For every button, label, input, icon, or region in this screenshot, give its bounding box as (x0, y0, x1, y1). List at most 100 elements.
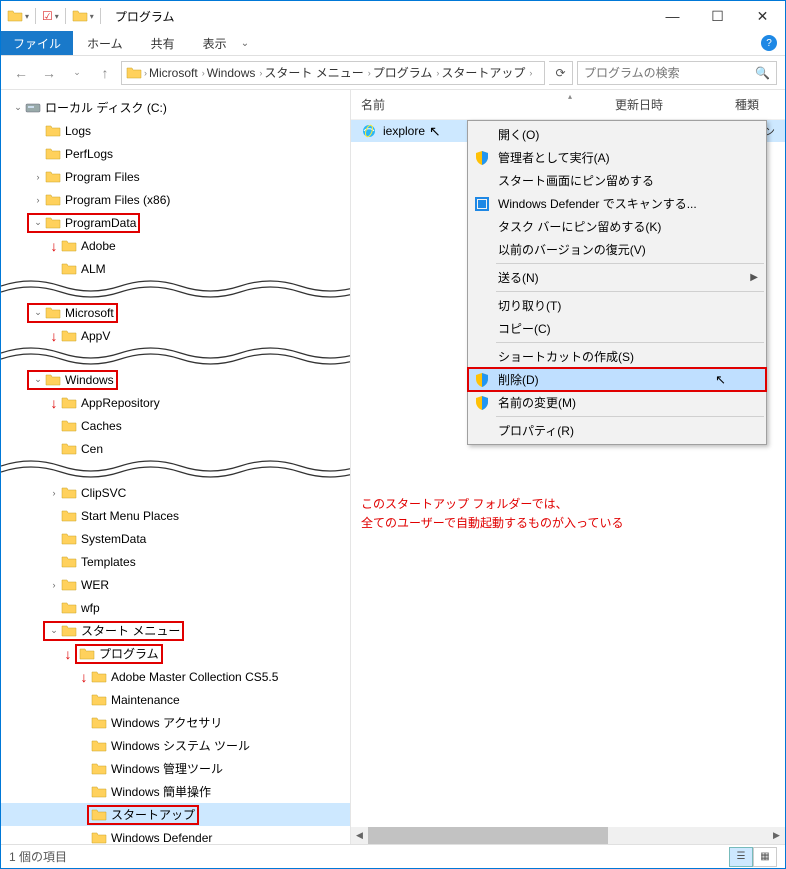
tree-item[interactable]: ↓Adobe (1, 234, 350, 257)
tree-item[interactable]: Cen (1, 437, 350, 460)
chevron-down-icon[interactable]: ⌄ (31, 374, 45, 385)
back-button[interactable]: ← (9, 61, 33, 85)
folder-icon (91, 761, 107, 777)
tree-item[interactable]: wfp (1, 596, 350, 619)
chevron-right-icon[interactable]: › (47, 580, 61, 590)
history-dropdown[interactable]: ⌄ (65, 61, 89, 85)
qat-dropdown3-icon[interactable]: ▾ (90, 12, 94, 21)
tree-item[interactable]: ↓AppRepository (1, 391, 350, 414)
ctx-properties[interactable]: プロパティ(R) (468, 419, 766, 442)
tree-item[interactable]: Templates (1, 550, 350, 573)
tree-programs[interactable]: ↓プログラム (1, 642, 350, 665)
address-bar[interactable]: › Microsoft› Windows› スタート メニュー› プログラム› … (121, 61, 545, 85)
ctx-send-to[interactable]: 送る(N)▶ (468, 266, 766, 289)
column-name[interactable]: 名前 (351, 96, 605, 113)
home-tab[interactable]: ホーム (73, 31, 137, 56)
ribbon-expand-icon[interactable]: ⌄ (241, 38, 249, 49)
tree-item[interactable]: PerfLogs (1, 142, 350, 165)
ctx-open[interactable]: 開く(O) (468, 123, 766, 146)
chevron-right-icon[interactable]: › (31, 195, 45, 205)
qat-newfolder-icon[interactable] (72, 8, 88, 24)
tree-item[interactable]: Windows 簡単操作 (1, 780, 350, 803)
ctx-run-admin[interactable]: 管理者として実行(A) (468, 146, 766, 169)
tree-item[interactable]: Caches (1, 414, 350, 437)
help-icon[interactable]: ? (761, 35, 777, 51)
search-box[interactable]: 🔍 (577, 61, 777, 85)
tree-item[interactable]: Windows システム ツール (1, 734, 350, 757)
column-headers[interactable]: ▴ 名前 更新日時 種類 (351, 90, 785, 120)
tree-item[interactable]: › ClipSVC (1, 481, 350, 504)
breadcrumb-3[interactable]: スタート メニュー (264, 64, 363, 81)
tree-item[interactable]: ›WER (1, 573, 350, 596)
icons-view-button[interactable]: ▦ (753, 847, 777, 867)
scroll-track[interactable] (368, 827, 768, 844)
ctx-copy[interactable]: コピー(C) (468, 317, 766, 340)
ctx-pin-start[interactable]: スタート画面にピン留めする (468, 169, 766, 192)
chevron-right-icon[interactable]: › (47, 488, 61, 498)
refresh-button[interactable]: ⟳ (549, 61, 573, 85)
chevron-down-icon[interactable]: ⌄ (47, 625, 61, 636)
tree-item[interactable]: ALM (1, 257, 350, 280)
qat-dropdown-icon[interactable]: ▾ (25, 12, 29, 21)
minimize-button[interactable]: — (650, 1, 695, 31)
breadcrumb-2[interactable]: Windows (207, 66, 256, 80)
ctx-delete[interactable]: 削除(D)↖ (468, 368, 766, 391)
navigation-tree[interactable]: ⌄ ローカル ディスク (C:) Logs PerfLogs ›Program … (1, 90, 351, 844)
chevron-right-icon[interactable]: › (31, 172, 45, 182)
ctx-defender[interactable]: Windows Defender でスキャンする... (468, 192, 766, 215)
shield-icon (474, 395, 490, 411)
ctx-previous-versions[interactable]: 以前のバージョンの復元(V) (468, 238, 766, 261)
chevron-down-icon[interactable]: ⌄ (31, 307, 45, 318)
tree-startup[interactable]: スタートアップ (1, 803, 350, 826)
tree-item[interactable]: Maintenance (1, 688, 350, 711)
ctx-pin-taskbar[interactable]: タスク バーにピン留めする(K) (468, 215, 766, 238)
tree-item[interactable]: ›Program Files (x86) (1, 188, 350, 211)
maximize-button[interactable]: ☐ (695, 1, 740, 31)
forward-button[interactable]: → (37, 61, 61, 85)
tree-item[interactable]: ›Program Files (1, 165, 350, 188)
tree-root[interactable]: ⌄ ローカル ディスク (C:) (1, 96, 350, 119)
tree-programdata[interactable]: ⌄ProgramData (1, 211, 350, 234)
tree-label: AppRepository (81, 396, 160, 410)
ctx-create-shortcut[interactable]: ショートカットの作成(S) (468, 345, 766, 368)
breadcrumb-5[interactable]: スタートアップ (441, 64, 525, 81)
tree-microsoft[interactable]: ⌄Microsoft (1, 301, 350, 324)
tree-item[interactable]: Start Menu Places (1, 504, 350, 527)
tree-label: ローカル ディスク (C:) (45, 99, 167, 116)
column-date[interactable]: 更新日時 (605, 96, 725, 113)
tree-startmenu[interactable]: ⌄スタート メニュー (1, 619, 350, 642)
chevron-down-icon[interactable]: ⌄ (31, 217, 45, 228)
tree-label: ClipSVC (81, 486, 126, 500)
search-input[interactable] (584, 66, 755, 80)
scroll-right-button[interactable]: ▶ (768, 827, 785, 844)
tree-windows[interactable]: ⌄Windows (1, 368, 350, 391)
breadcrumb-1[interactable]: Microsoft (149, 66, 198, 80)
chevron-down-icon[interactable]: ⌄ (11, 102, 25, 113)
scroll-left-button[interactable]: ◀ (351, 827, 368, 844)
qat-dropdown2-icon[interactable]: ▾ (55, 12, 59, 21)
close-button[interactable]: ✕ (740, 1, 785, 31)
search-icon[interactable]: 🔍 (755, 66, 770, 80)
tree-item[interactable]: Logs (1, 119, 350, 142)
qat-properties-icon[interactable]: ☑ (42, 9, 53, 23)
scroll-thumb[interactable] (368, 827, 608, 844)
tree-label: Start Menu Places (81, 509, 179, 523)
file-tab[interactable]: ファイル (1, 31, 73, 55)
up-button[interactable]: ↑ (93, 61, 117, 85)
red-arrow-icon: ↓ (47, 328, 61, 344)
tree-item[interactable]: Windows 管理ツール (1, 757, 350, 780)
ctx-rename[interactable]: 名前の変更(M) (468, 391, 766, 414)
tree-item[interactable]: ↓Adobe Master Collection CS5.5 (1, 665, 350, 688)
folder-icon (91, 669, 107, 685)
tree-item[interactable]: SystemData (1, 527, 350, 550)
view-tab[interactable]: 表示 (189, 31, 241, 56)
tree-item[interactable]: Windows アクセサリ (1, 711, 350, 734)
share-tab[interactable]: 共有 (137, 31, 189, 56)
tree-item[interactable]: ↓AppV (1, 324, 350, 347)
horizontal-scrollbar[interactable]: ◀ ▶ (351, 827, 785, 844)
details-view-button[interactable]: ☰ (729, 847, 753, 867)
ctx-cut[interactable]: 切り取り(T) (468, 294, 766, 317)
column-type[interactable]: 種類 (725, 96, 785, 113)
breadcrumb-4[interactable]: プログラム (373, 64, 433, 81)
tree-item[interactable]: Windows Defender (1, 826, 350, 844)
